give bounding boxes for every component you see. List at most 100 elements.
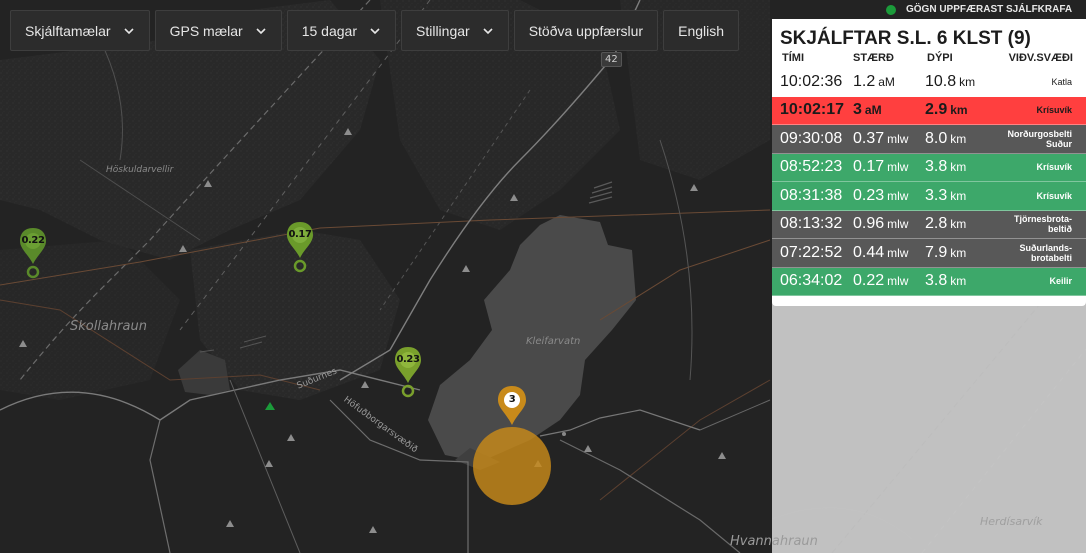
earthquake-row[interactable]: 07:22:52 0.44 mlw 7.9 km Suðurlands-brotabelt… [772,239,1086,268]
row-magnitude: 0.37 mlw [847,130,921,148]
row-area: Katla [1051,76,1072,87]
row-area: Suðurlands-brotabelti [1019,242,1072,263]
gps-dropdown[interactable]: GPS mælar [154,10,282,51]
auto-update-status: GÖGN UPPFÆRAST SJÁLFKRAFA [886,4,1072,15]
row-time: 09:30:08 [780,129,843,147]
row-depth-value: 10.8 [925,72,957,90]
panel-title: SKJÁLFTAR S.L. 6 KLST (9) [780,28,1031,49]
row-area: Krísuvík [1036,190,1072,201]
quake-marker-value: 3 [508,394,516,405]
row-depth: 2.8 km [921,215,995,233]
quake-marker[interactable]: 0.23 [393,345,423,401]
row-area: Tjörnesbrota-beltið [1013,214,1072,235]
earthquake-row[interactable]: 08:52:23 0.17 mlw 3.8 km Krísuvík [772,153,1086,182]
row-depth: 8.0 km [921,130,995,148]
row-magnitude: 3 aM [847,101,921,119]
row-magnitude-unit: mlw [887,274,909,289]
row-area: Krísuvík [1036,105,1072,116]
road-number-badge: 42 [601,52,622,67]
row-depth-value: 8.0 [925,129,948,147]
row-depth-unit: km [950,245,967,260]
row-magnitude-value: 0.23 [853,186,885,204]
top-toolbar: Skjálftamælar GPS mælar 15 dagar Stillin… [10,10,740,51]
quake-marker-value: 0.17 [288,229,312,240]
row-depth-unit: km [950,274,967,289]
row-magnitude: 0.17 mlw [847,158,921,176]
row-magnitude-unit: mlw [887,217,909,232]
row-magnitude-unit: mlw [887,160,909,175]
row-magnitude: 0.22 mlw [847,272,921,290]
row-time: 08:31:38 [780,186,843,204]
row-depth: 3.8 km [921,158,995,176]
row-time: 06:34:02 [780,272,843,290]
row-depth-value: 2.9 [925,101,948,119]
row-magnitude-unit: mlw [887,188,909,203]
row-time: 07:22:52 [780,243,843,261]
header-magnitude: STÆRÐ [853,52,894,64]
row-magnitude-value: 0.44 [853,243,885,261]
row-magnitude-unit: mlw [887,245,909,260]
row-magnitude: 1.2 aM [847,73,921,91]
quake-marker-value: 0.23 [396,354,420,365]
row-magnitude-value: 0.37 [853,129,885,147]
row-depth-value: 2.8 [925,215,948,233]
row-magnitude-unit: mlw [887,131,909,146]
seismometers-dropdown[interactable]: Skjálftamælar [10,10,150,51]
map-label-herdisarvik: Herdísarvík [980,515,1043,528]
row-depth-value: 7.9 [925,243,948,261]
row-depth: 10.8 km [921,73,995,91]
settings-dropdown[interactable]: Stillingar [401,10,509,51]
row-depth: 3.3 km [921,187,995,205]
earthquake-row[interactable]: 08:31:38 0.23 mlw 3.3 km Krísuvík [772,182,1086,211]
row-magnitude-value: 0.96 [853,215,885,233]
earthquake-rows: 10:02:36 1.2 aM 10.8 km Katla 10:02:17 3 aM 2.9 km… [772,68,1086,296]
earthquake-panel: Herdísarvík SKJÁLFTAR S.L. 6 KLST (9) TÍ… [772,19,1086,553]
quake-circle-large [473,427,551,505]
row-magnitude-value: 3 [853,101,862,119]
quake-marker[interactable]: 3 [497,385,527,429]
row-depth-unit: km [950,160,967,175]
row-area: Norðurgosbelti Suður [1007,128,1073,149]
row-magnitude-unit: aM [878,74,895,89]
row-depth-unit: km [950,103,968,118]
stop-updates-label: Stöðva uppfærslur [528,22,644,39]
row-area: Keilir [1049,276,1072,287]
earthquake-row[interactable]: 06:34:02 0.22 mlw 3.8 km Keilir [772,267,1086,296]
stop-updates-button[interactable]: Stöðva uppfærslur [513,10,659,51]
row-magnitude: 0.23 mlw [847,187,921,205]
earthquake-list-card: SKJÁLFTAR S.L. 6 KLST (9) TÍMI STÆRÐ DÝP… [772,19,1086,306]
row-magnitude-unit: aM [864,103,882,118]
row-time: 10:02:36 [780,72,843,90]
row-magnitude: 0.96 mlw [847,215,921,233]
header-time: TÍMI [782,52,804,64]
quake-marker[interactable]: 0.22 [18,226,48,282]
column-headers: TÍMI STÆRÐ DÝPI VIÐV.SVÆÐI [772,50,1086,68]
row-time: 08:13:32 [780,215,843,233]
row-depth-unit: km [950,188,967,203]
seismometers-label: Skjálftamælar [25,22,111,39]
earthquake-row[interactable]: 09:30:08 0.37 mlw 8.0 km Norðurgosbelti Suður [772,125,1086,154]
header-depth: DÝPI [927,52,953,64]
language-label: English [678,22,725,39]
gps-label: GPS mælar [169,22,243,39]
row-depth: 3.8 km [921,272,995,290]
row-magnitude-value: 0.22 [853,272,885,290]
header-area: VIÐV.SVÆÐI [1008,52,1073,64]
settings-label: Stillingar [416,22,470,39]
timespan-dropdown[interactable]: 15 dagar [286,10,396,51]
chevron-down-icon [483,27,493,34]
earthquake-row[interactable]: 08:13:32 0.96 mlw 2.8 km Tjörnesbrota-beltið [772,210,1086,239]
row-time: 10:02:17 [780,101,845,119]
quake-marker[interactable]: 0.17 [285,220,315,276]
chevron-down-icon [124,27,134,34]
quake-marker-value: 0.22 [21,235,45,246]
row-depth: 7.9 km [921,244,995,262]
status-text: GÖGN UPPFÆRAST SJÁLFKRAFA [906,4,1073,15]
chevron-down-icon [370,27,380,34]
earthquake-row[interactable]: 10:02:36 1.2 aM 10.8 km Katla [772,68,1086,97]
row-depth-unit: km [950,217,967,232]
earthquake-row[interactable]: 10:02:17 3 aM 2.9 km Krísuvík [772,96,1086,125]
map-label-skollahraun: Skollahraun [70,319,147,334]
map-label-hvannahraun: Hvannahraun [730,534,818,549]
language-button[interactable]: English [663,10,740,51]
